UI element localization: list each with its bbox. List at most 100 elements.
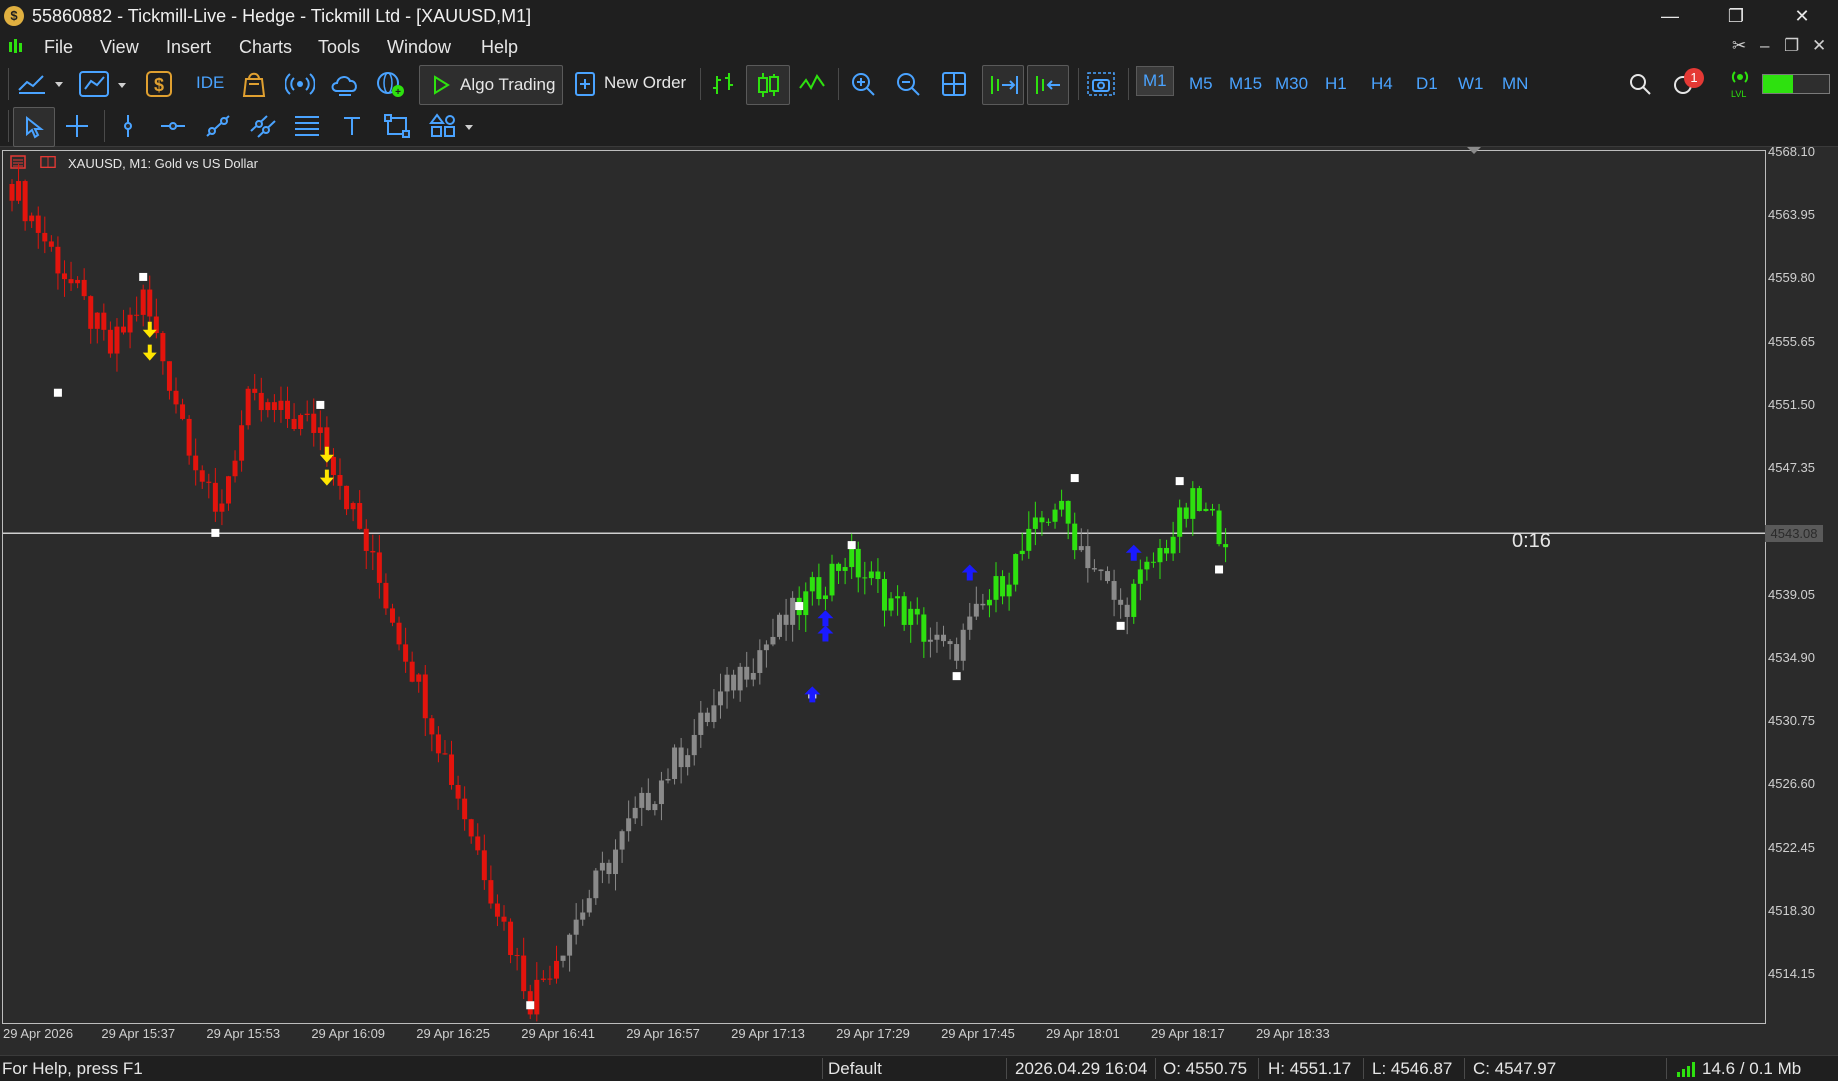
new-chart-button[interactable] bbox=[16, 70, 66, 98]
vps-cloud-icon[interactable] bbox=[330, 70, 360, 98]
timeframe-m5[interactable]: M5 bbox=[1189, 74, 1213, 94]
chart-shift-button[interactable] bbox=[982, 65, 1024, 105]
trend-line-icon[interactable] bbox=[203, 112, 233, 140]
timeframe-h4[interactable]: H4 bbox=[1371, 74, 1393, 94]
candle-body bbox=[1072, 523, 1078, 551]
candle-body bbox=[81, 279, 87, 297]
svg-text:$: $ bbox=[154, 75, 164, 95]
candle-body bbox=[219, 503, 225, 512]
buy-arrow bbox=[817, 625, 834, 642]
time-tick-label: 29 Apr 16:09 bbox=[311, 1026, 386, 1041]
auto-scroll-button[interactable] bbox=[1027, 65, 1069, 105]
ide-button[interactable]: IDE bbox=[196, 73, 224, 93]
candle-body bbox=[862, 577, 868, 579]
mdi-minimize-button[interactable]: – bbox=[1760, 36, 1769, 56]
menu-window[interactable]: Window bbox=[387, 37, 451, 58]
time-tick-label: 29 Apr 15:53 bbox=[206, 1026, 281, 1041]
candle-body bbox=[494, 903, 500, 917]
candle-body bbox=[422, 674, 428, 719]
candle-body bbox=[75, 279, 81, 284]
chart-shift-marker-icon[interactable] bbox=[1467, 147, 1481, 155]
new-order-button[interactable]: New Order bbox=[604, 73, 686, 93]
menu-tools[interactable]: Tools bbox=[318, 37, 360, 58]
candle-body bbox=[678, 747, 684, 768]
candlesticks-button[interactable] bbox=[746, 65, 790, 105]
candle-body bbox=[717, 691, 723, 706]
candle-body bbox=[763, 644, 769, 651]
tile-windows-icon[interactable] bbox=[938, 69, 970, 99]
candle-body bbox=[973, 603, 979, 617]
close-button[interactable]: ✕ bbox=[1774, 2, 1830, 30]
zoom-in-icon[interactable] bbox=[847, 69, 879, 99]
toolbar-grip bbox=[8, 68, 9, 100]
bar-chart-icon[interactable] bbox=[709, 70, 739, 98]
menu-view[interactable]: View bbox=[100, 37, 139, 58]
chart-window[interactable]: XAUUSD, M1: Gold vs US Dollar 4568.10 456… bbox=[0, 144, 1838, 1055]
candle-body bbox=[1150, 561, 1156, 563]
cursor-button[interactable] bbox=[13, 107, 55, 147]
restore-button[interactable]: ❐ bbox=[1708, 2, 1764, 30]
price-chart[interactable] bbox=[3, 151, 1765, 1023]
screenshot-icon[interactable] bbox=[1083, 69, 1119, 99]
candle-body bbox=[783, 614, 789, 625]
horizontal-line-icon[interactable] bbox=[158, 112, 188, 140]
search-icon[interactable] bbox=[1626, 70, 1654, 98]
crosshair-icon[interactable] bbox=[62, 112, 92, 140]
candle-body bbox=[652, 804, 658, 811]
status-datetime: 2026.04.29 16:04 bbox=[1015, 1059, 1148, 1078]
timeframe-m1[interactable]: M1 bbox=[1136, 66, 1174, 96]
time-tick-label: 29 Apr 2026 bbox=[3, 1026, 74, 1041]
vertical-line-icon[interactable] bbox=[114, 112, 142, 140]
status-close: C: 4547.97 bbox=[1473, 1059, 1557, 1078]
mdi-restore-button[interactable]: ❐ bbox=[1784, 36, 1799, 56]
timeframe-mn[interactable]: MN bbox=[1502, 74, 1528, 94]
timeframe-d1[interactable]: D1 bbox=[1416, 74, 1438, 94]
timeframe-m15[interactable]: M15 bbox=[1229, 74, 1262, 94]
algo-trading-button[interactable]: Algo Trading bbox=[419, 65, 563, 105]
status-help: For Help, press F1 bbox=[2, 1059, 143, 1078]
rectangle-icon[interactable] bbox=[382, 112, 412, 140]
candle-body bbox=[212, 482, 218, 512]
shapes-menu-button[interactable] bbox=[428, 112, 478, 140]
candle-body bbox=[580, 912, 586, 920]
candle-body bbox=[1111, 581, 1117, 600]
fibonacci-icon[interactable] bbox=[292, 112, 322, 140]
standard-toolbar: $ IDE + Algo Trading New Order M1 M5 M15… bbox=[0, 62, 1838, 106]
community-icon[interactable]: + bbox=[374, 69, 406, 99]
buy-arrow bbox=[1125, 544, 1142, 561]
menu-insert[interactable]: Insert bbox=[166, 37, 211, 58]
time-tick-label: 29 Apr 17:45 bbox=[941, 1026, 1015, 1041]
price-tick-label: 4559.80 bbox=[1768, 270, 1815, 286]
candle-body bbox=[357, 503, 363, 529]
timeframe-w1[interactable]: W1 bbox=[1458, 74, 1484, 94]
timeframe-m30[interactable]: M30 bbox=[1275, 74, 1308, 94]
menu-file[interactable]: File bbox=[44, 37, 73, 58]
market-button[interactable]: $ bbox=[144, 69, 174, 99]
candle-body bbox=[665, 778, 671, 781]
candle-body bbox=[239, 425, 245, 461]
mdi-close-button[interactable]: ✕ bbox=[1812, 36, 1826, 56]
candle-body bbox=[416, 674, 422, 682]
line-chart-type-icon[interactable] bbox=[797, 70, 827, 98]
candle-body bbox=[121, 326, 127, 333]
signal-icon[interactable] bbox=[1728, 66, 1752, 88]
candle-body bbox=[114, 326, 120, 354]
svg-text:+: + bbox=[395, 87, 401, 98]
equidistant-channel-icon[interactable] bbox=[248, 112, 278, 140]
candle-body bbox=[337, 474, 343, 486]
shopping-bag-icon[interactable] bbox=[240, 69, 268, 99]
timeframe-h1[interactable]: H1 bbox=[1325, 74, 1347, 94]
zoom-out-icon[interactable] bbox=[892, 69, 924, 99]
menu-help[interactable]: Help bbox=[481, 37, 518, 58]
new-order-icon[interactable] bbox=[573, 70, 597, 98]
swing-marker bbox=[526, 1001, 535, 1010]
minimize-button[interactable]: — bbox=[1642, 2, 1698, 30]
status-separator bbox=[1666, 1058, 1667, 1079]
price-tick-label: 4555.65 bbox=[1768, 333, 1815, 349]
text-icon[interactable] bbox=[338, 112, 366, 140]
pin-icon[interactable]: ✂ bbox=[1732, 36, 1746, 56]
menu-charts[interactable]: Charts bbox=[239, 37, 292, 58]
profiles-button[interactable] bbox=[78, 68, 130, 100]
swing-marker bbox=[53, 388, 62, 397]
signals-icon[interactable] bbox=[285, 70, 315, 98]
